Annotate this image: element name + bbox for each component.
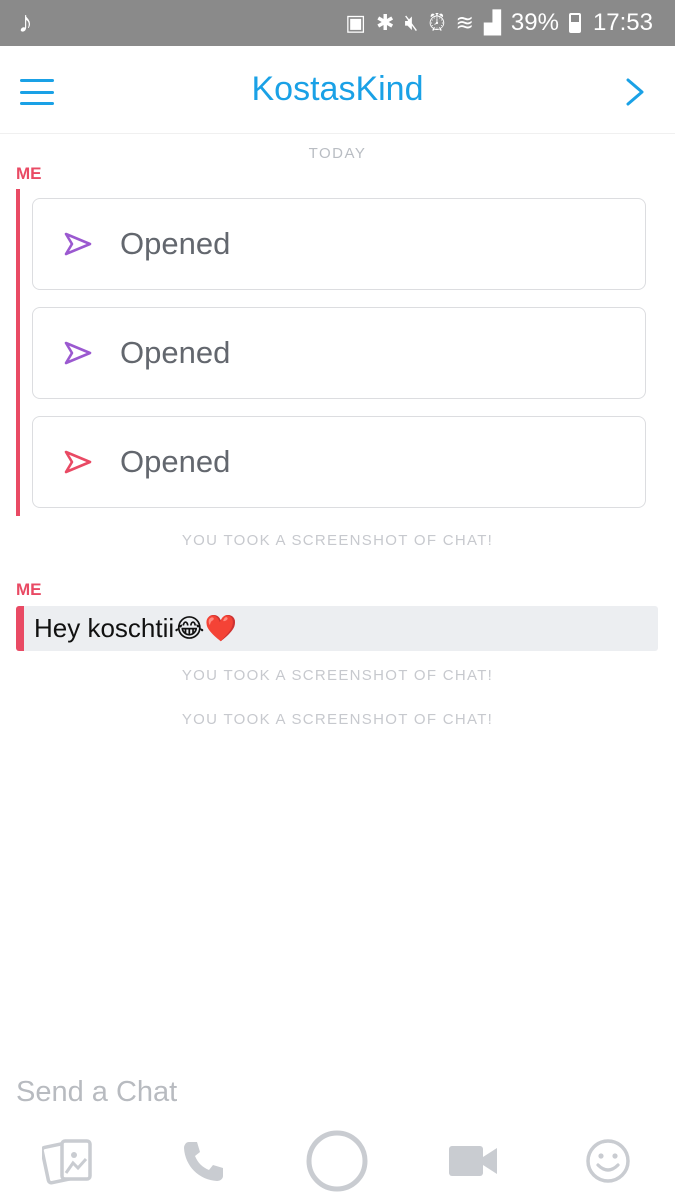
status-icons: ▣ ✱ 🔇︎ ⏰︎ ≋ ▟ 39% 17:53	[345, 9, 653, 37]
mute-icon: 🔇︎	[404, 10, 419, 35]
snap-item[interactable]: Opened	[32, 307, 646, 399]
chat-header: KostasKind	[0, 46, 675, 134]
clock: 17:53	[592, 9, 653, 36]
screenshot-notice: YOU TOOK A SCREENSHOT OF CHAT!	[181, 532, 494, 549]
sender-label: ME	[16, 580, 42, 599]
chat-toolbar	[0, 1128, 675, 1194]
day-separator: TODAY	[308, 145, 367, 162]
message-text: Hey koschtii😂❤️	[34, 613, 237, 643]
call-button[interactable]	[178, 1128, 228, 1194]
send-arrow-icon	[64, 341, 92, 365]
shutter-circle-icon	[306, 1130, 368, 1192]
sender-label: ME	[16, 164, 42, 183]
snap-status: Opened	[120, 226, 231, 261]
battery-icon	[568, 13, 581, 33]
snap-item[interactable]: Opened	[32, 416, 646, 508]
capture-button[interactable]	[305, 1128, 369, 1194]
screenshot-notice: YOU TOOK A SCREENSHOT OF CHAT!	[181, 711, 494, 728]
memories-button[interactable]	[40, 1128, 96, 1194]
send-arrow-icon	[64, 450, 92, 474]
snap-item[interactable]: Opened	[32, 198, 646, 290]
status-bar: ♪ ▣ ✱ 🔇︎ ⏰︎ ≋ ▟ 39% 17:53	[0, 0, 675, 46]
screenshot-notice: YOU TOOK A SCREENSHOT OF CHAT!	[181, 667, 494, 684]
send-arrow-icon	[64, 232, 92, 256]
snap-status: Opened	[120, 444, 231, 479]
smiley-icon	[586, 1139, 630, 1183]
bluetooth-icon: ✱	[376, 10, 395, 35]
video-camera-icon	[449, 1146, 497, 1176]
hamburger-menu-icon[interactable]	[20, 79, 54, 105]
video-call-button[interactable]	[446, 1128, 500, 1194]
sender-bar	[16, 189, 20, 516]
phone-icon	[184, 1142, 223, 1181]
battery-percent: 39%	[510, 9, 559, 36]
emoji-button[interactable]	[584, 1128, 632, 1194]
signal-icon: ▟	[483, 10, 501, 35]
sender-bar	[16, 606, 24, 651]
alarm-icon: ⏰︎	[428, 10, 446, 35]
battery-saver-icon: ▣	[345, 10, 367, 35]
snap-status: Opened	[120, 335, 231, 370]
cards-icon	[42, 1139, 92, 1185]
chat-title[interactable]: KostasKind	[252, 70, 424, 109]
wifi-icon: ≋	[455, 10, 474, 35]
text-message[interactable]: Hey koschtii😂❤️	[16, 606, 658, 651]
send-chat-input[interactable]: Send a Chat	[16, 1076, 177, 1109]
chevron-right-icon[interactable]	[625, 78, 645, 106]
music-note-icon: ♪	[18, 6, 33, 39]
